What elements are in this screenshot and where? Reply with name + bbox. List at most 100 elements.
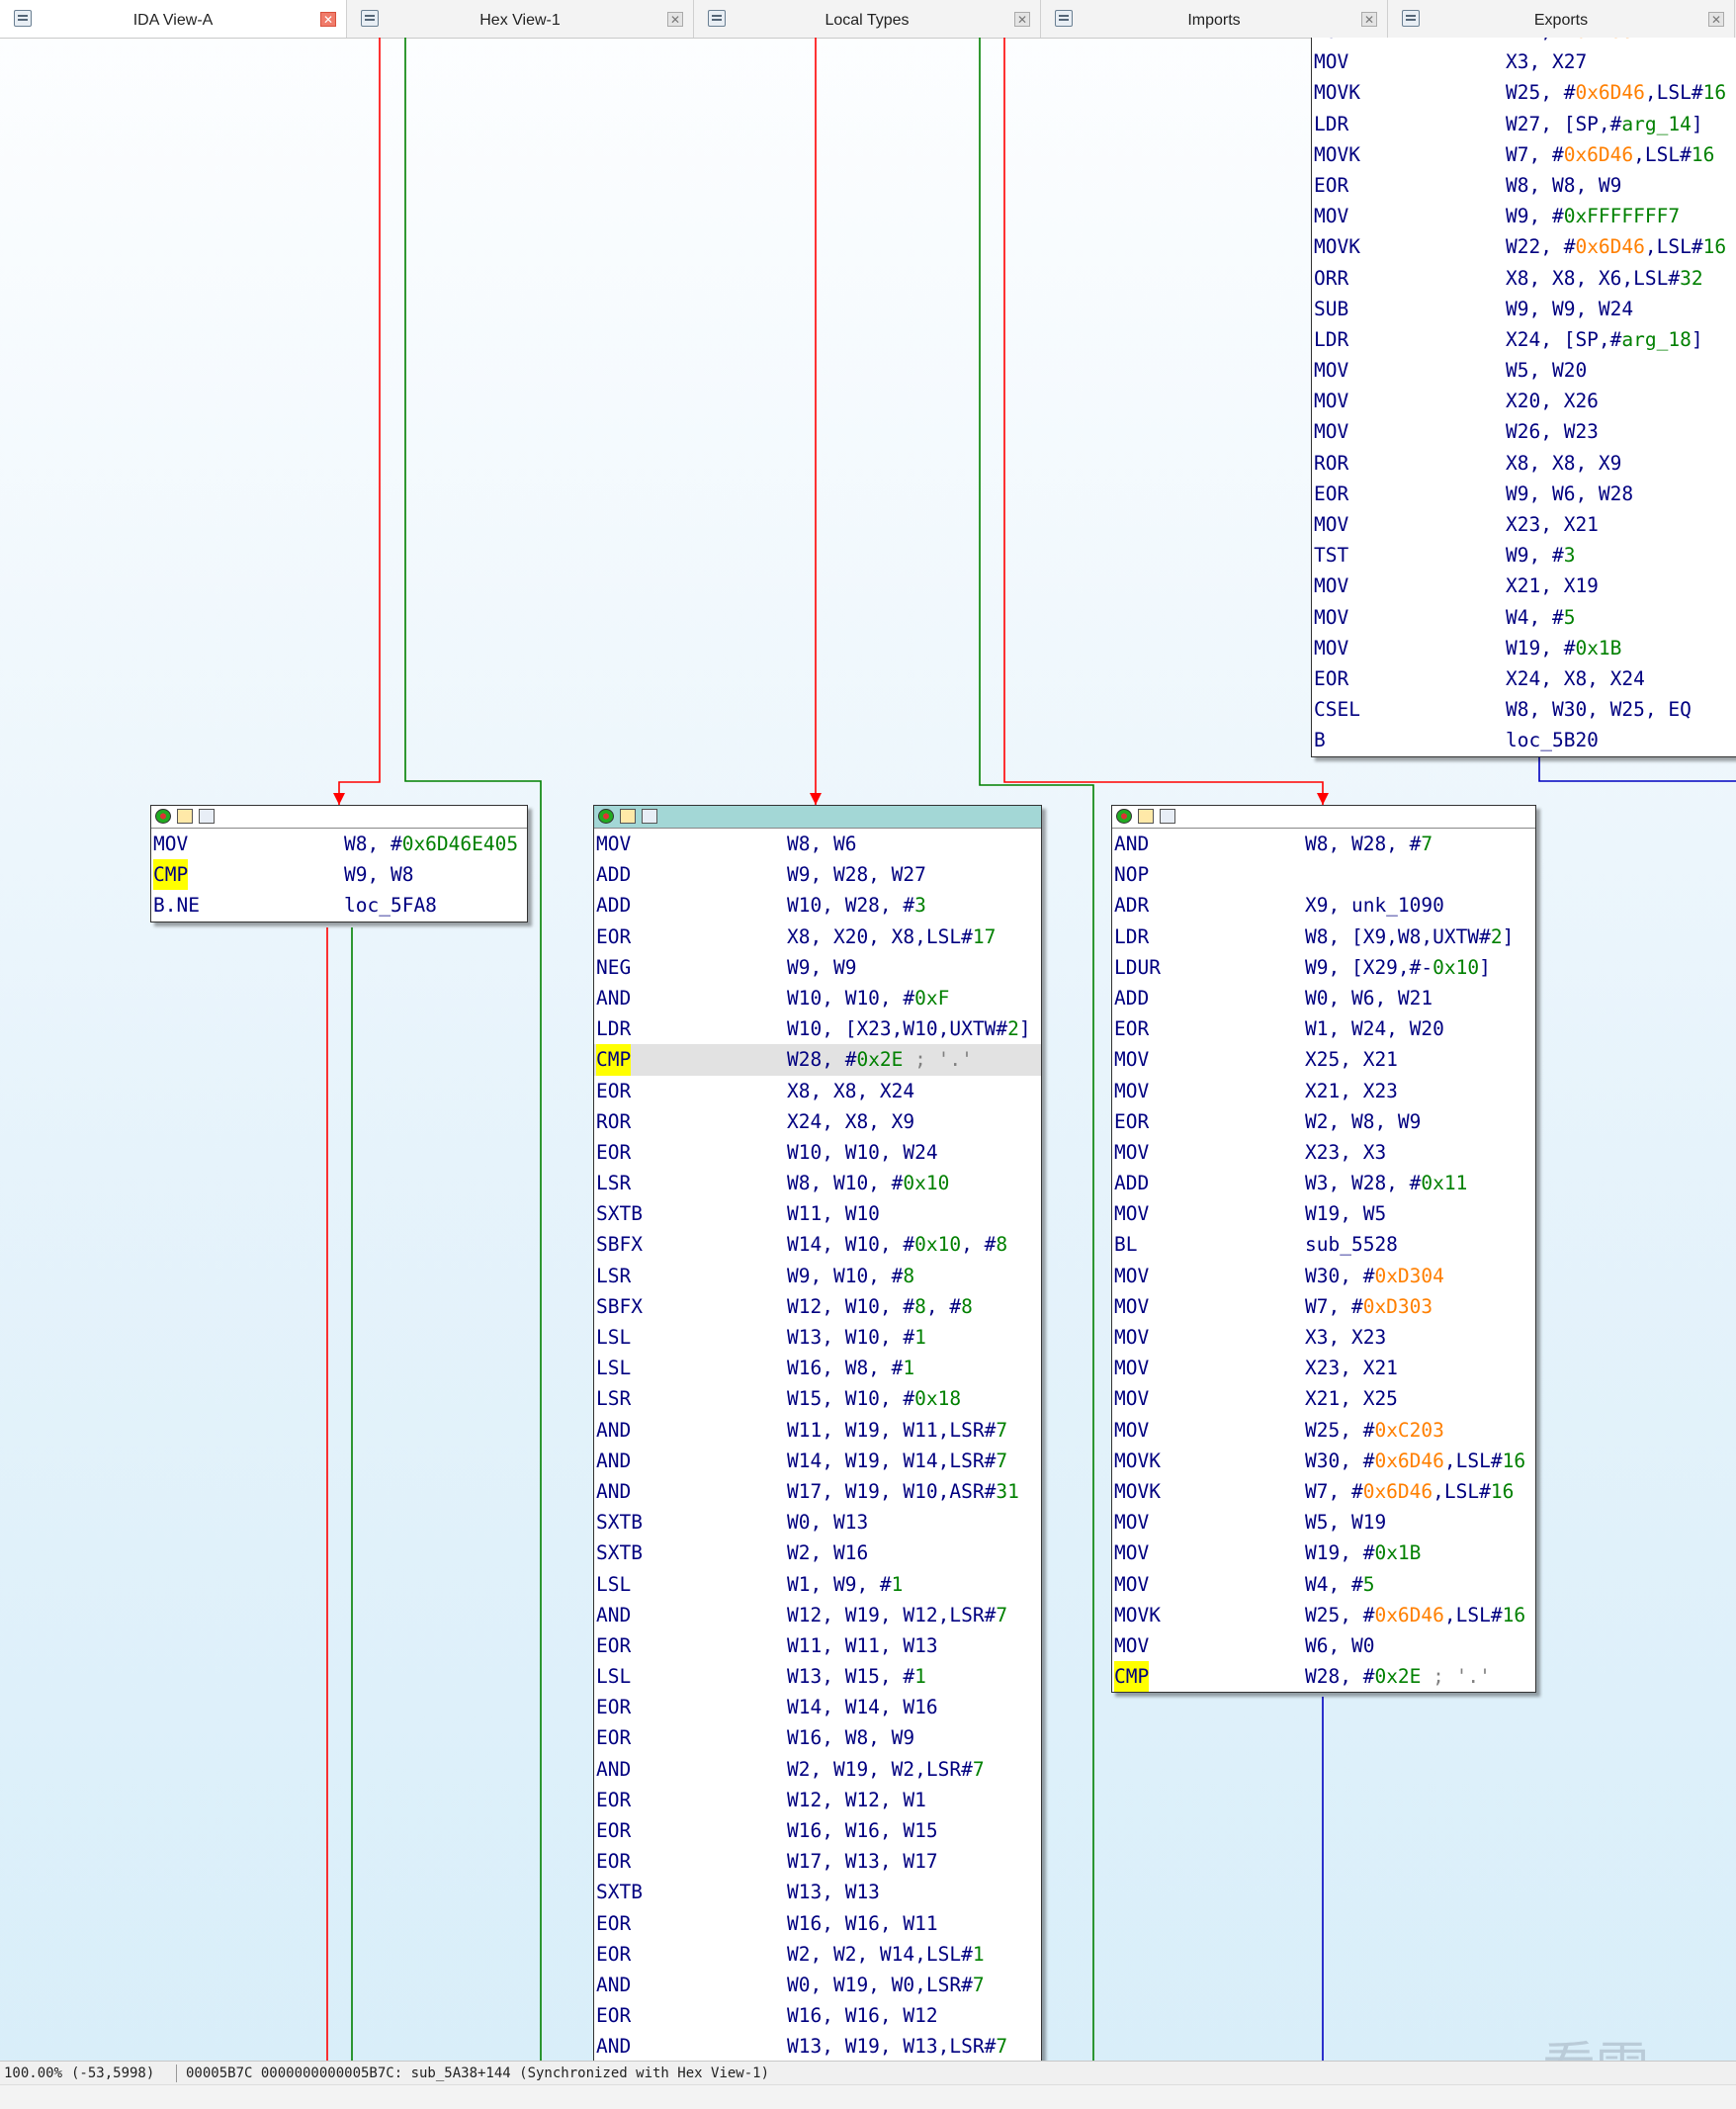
instruction-line[interactable]: MOV X23, X21	[1112, 1353, 1535, 1383]
instruction-line[interactable]: EOR W16, W16, W11	[594, 1908, 1041, 1939]
instruction-line[interactable]: ADR X9, unk_1090	[1112, 890, 1535, 921]
instruction-line[interactable]: SXTB W2, W16	[594, 1538, 1041, 1568]
instruction-line[interactable]: EOR W1, W24, W20	[1112, 1013, 1535, 1044]
instruction-line[interactable]: MOV X25, X21	[1112, 1044, 1535, 1075]
close-icon[interactable]: ✕	[667, 12, 683, 27]
instruction-line[interactable]: LSL W13, W15, #1	[594, 1661, 1041, 1692]
instruction-line[interactable]: ROR X8, X8, X9	[1312, 448, 1736, 479]
instruction-line[interactable]: ROR X24, X8, X9	[594, 1106, 1041, 1137]
instruction-line[interactable]: NOP	[1112, 859, 1535, 890]
instruction-line[interactable]: MOVK W22, #0x6D46,LSL#16	[1312, 231, 1736, 262]
rename-node-icon[interactable]	[1138, 809, 1154, 824]
instruction-line[interactable]: NEG W9, W9	[594, 952, 1041, 983]
instruction-line[interactable]: ORR X8, X8, X6,LSL#32	[1312, 263, 1736, 294]
instruction-line[interactable]: MOVK W25, #0x6D46,LSL#16	[1312, 77, 1736, 108]
instruction-line[interactable]: EOR W16, W8, W9	[594, 1722, 1041, 1753]
instruction-line[interactable]: LDR W8, [X9,W8,UXTW#2]	[1112, 922, 1535, 952]
instruction-line[interactable]: EOR X8, X20, X8,LSL#17	[594, 922, 1041, 952]
instruction-line[interactable]: MOV W9, #0xFFFFFFF7	[1312, 201, 1736, 231]
instruction-line[interactable]: BL sub_5528	[1112, 1229, 1535, 1260]
instruction-line[interactable]: CMP W28, #0x2E ; '.'	[594, 1044, 1041, 1076]
instruction-line[interactable]: MOV W19, W5	[1112, 1198, 1535, 1229]
instruction-line[interactable]: MOV W19, #0x1B	[1112, 1538, 1535, 1568]
instruction-line[interactable]: AND W0, W19, W0,LSR#7	[594, 1970, 1041, 2000]
instruction-line[interactable]: LDR W27, [SP,#arg_14]	[1312, 109, 1736, 139]
basic-block-top-right[interactable]: MOV W22, #0xA861 MOV X3, X27 MOVK W25, #0x6D4…	[1311, 38, 1736, 757]
instruction-line[interactable]: LSR W9, W10, #8	[594, 1261, 1041, 1291]
instruction-line[interactable]: ADD W10, W28, #3	[594, 890, 1041, 921]
group-nodes-icon[interactable]	[642, 809, 657, 824]
tab-exports[interactable]: Exports ✕	[1388, 0, 1735, 38]
instruction-line[interactable]: MOV W26, W23	[1312, 416, 1736, 447]
instruction-line[interactable]: AND W8, W28, #7	[1112, 829, 1535, 859]
close-icon[interactable]: ✕	[1361, 12, 1377, 27]
instruction-line[interactable]: LDUR W9, [X29,#-0x10]	[1112, 952, 1535, 983]
instruction-line[interactable]: EOR W12, W12, W1	[594, 1785, 1041, 1815]
instruction-line[interactable]: MOV X23, X21	[1312, 509, 1736, 540]
instruction-line[interactable]: EOR W14, W14, W16	[594, 1692, 1041, 1722]
instruction-line[interactable]: EOR X24, X8, X24	[1312, 663, 1736, 694]
instruction-line[interactable]: LDR X24, [SP,#arg_18]	[1312, 324, 1736, 355]
instruction-line[interactable]: SBFX W12, W10, #8, #8	[594, 1291, 1041, 1322]
instruction-line[interactable]: AND W11, W19, W11,LSR#7	[594, 1415, 1041, 1446]
instruction-line[interactable]: MOV W7, #0xD303	[1112, 1291, 1535, 1322]
instruction-line[interactable]: MOV W8, W6	[594, 829, 1041, 859]
block-header[interactable]	[151, 806, 527, 829]
instruction-line[interactable]: MOV W4, #5	[1112, 1569, 1535, 1600]
instruction-line[interactable]: MOV X21, X25	[1112, 1383, 1535, 1414]
instruction-line[interactable]: CSEL W8, W30, W25, EQ	[1312, 694, 1736, 725]
block-header[interactable]	[1112, 806, 1535, 829]
instruction-line[interactable]: AND W10, W10, #0xF	[594, 983, 1041, 1013]
instruction-line[interactable]: AND W12, W19, W12,LSR#7	[594, 1600, 1041, 1630]
color-node-icon[interactable]	[598, 809, 614, 824]
instruction-line[interactable]: AND W2, W19, W2,LSR#7	[594, 1754, 1041, 1785]
instruction-line[interactable]: AND W17, W19, W10,ASR#31	[594, 1476, 1041, 1507]
instruction-line[interactable]: MOVK W30, #0x6D46,LSL#16	[1112, 1446, 1535, 1476]
tab-local-types[interactable]: Local Types ✕	[694, 0, 1041, 38]
instruction-line[interactable]: AND W14, W19, W14,LSR#7	[594, 1446, 1041, 1476]
instruction-line[interactable]: B.NE loc_5FA8	[151, 890, 527, 921]
instruction-line[interactable]: EOR W9, W6, W28	[1312, 479, 1736, 509]
tab-ida-view-a[interactable]: IDA View-A ✕	[0, 0, 347, 38]
instruction-line[interactable]: LSL W16, W8, #1	[594, 1353, 1041, 1383]
close-icon[interactable]: ✕	[320, 12, 336, 27]
color-node-icon[interactable]	[155, 809, 171, 824]
instruction-line[interactable]: ADD W3, W28, #0x11	[1112, 1168, 1535, 1198]
group-nodes-icon[interactable]	[1160, 809, 1175, 824]
instruction-line[interactable]: EOR W10, W10, W24	[594, 1137, 1041, 1168]
rename-node-icon[interactable]	[620, 809, 636, 824]
tab-hex-view-1[interactable]: Hex View-1 ✕	[347, 0, 694, 38]
instruction-line[interactable]: LSR W8, W10, #0x10	[594, 1168, 1041, 1198]
rename-node-icon[interactable]	[177, 809, 193, 824]
instruction-line[interactable]: CMP W28, #0x2E ; '.'	[1112, 1661, 1535, 1693]
basic-block-left[interactable]: MOV W8, #0x6D46E405 CMP W9, W8 B.NE loc_5FA8	[150, 805, 528, 923]
instruction-line[interactable]: SXTB W13, W13	[594, 1877, 1041, 1907]
instruction-line[interactable]: MOVK W25, #0x6D46,LSL#16	[1112, 1600, 1535, 1630]
instruction-line[interactable]: MOV W5, W20	[1312, 355, 1736, 386]
instruction-line[interactable]: MOV X20, X26	[1312, 386, 1736, 416]
instruction-line[interactable]: MOV W8, #0x6D46E405	[151, 829, 527, 859]
instruction-line[interactable]: MOV X23, X3	[1112, 1137, 1535, 1168]
instruction-line[interactable]: Bloc_5B20	[1312, 725, 1736, 755]
instruction-line[interactable]: AND W13, W19, W13,LSR#7	[594, 2031, 1041, 2061]
instruction-line[interactable]: EOR W8, W8, W9	[1312, 170, 1736, 201]
instruction-line[interactable]: EOR W16, W16, W15	[594, 1815, 1041, 1846]
group-nodes-icon[interactable]	[199, 809, 215, 824]
basic-block-right[interactable]: AND W8, W28, #7 NOP ADR X9, unk_1090 LDR W8, […	[1111, 805, 1536, 1694]
instruction-line[interactable]: MOV W4, #5	[1312, 602, 1736, 633]
instruction-line[interactable]: MOV W5, W19	[1112, 1507, 1535, 1538]
instruction-line[interactable]: CMP W9, W8	[151, 859, 527, 891]
instruction-line[interactable]: LDR W10, [X23,W10,UXTW#2]	[594, 1013, 1041, 1044]
instruction-line[interactable]: MOVK W7, #0x6D46,LSL#16	[1112, 1476, 1535, 1507]
instruction-line[interactable]: ADD W9, W28, W27	[594, 859, 1041, 890]
instruction-line[interactable]: EOR W2, W8, W9	[1112, 1106, 1535, 1137]
instruction-line[interactable]: EOR W17, W13, W17	[594, 1846, 1041, 1877]
instruction-line[interactable]: SUB W9, W9, W24	[1312, 294, 1736, 324]
basic-block-middle[interactable]: MOV W8, W6 ADD W9, W28, W27 ADD W10, W28, #3 E…	[593, 805, 1042, 2061]
instruction-line[interactable]: SXTB W11, W10	[594, 1198, 1041, 1229]
instruction-line[interactable]: EOR W11, W11, W13	[594, 1630, 1041, 1661]
color-node-icon[interactable]	[1116, 809, 1132, 824]
instruction-line[interactable]: EOR W16, W16, W12	[594, 2000, 1041, 2031]
instruction-line[interactable]: SXTB W0, W13	[594, 1507, 1041, 1538]
instruction-line[interactable]: MOV X21, X23	[1112, 1076, 1535, 1106]
